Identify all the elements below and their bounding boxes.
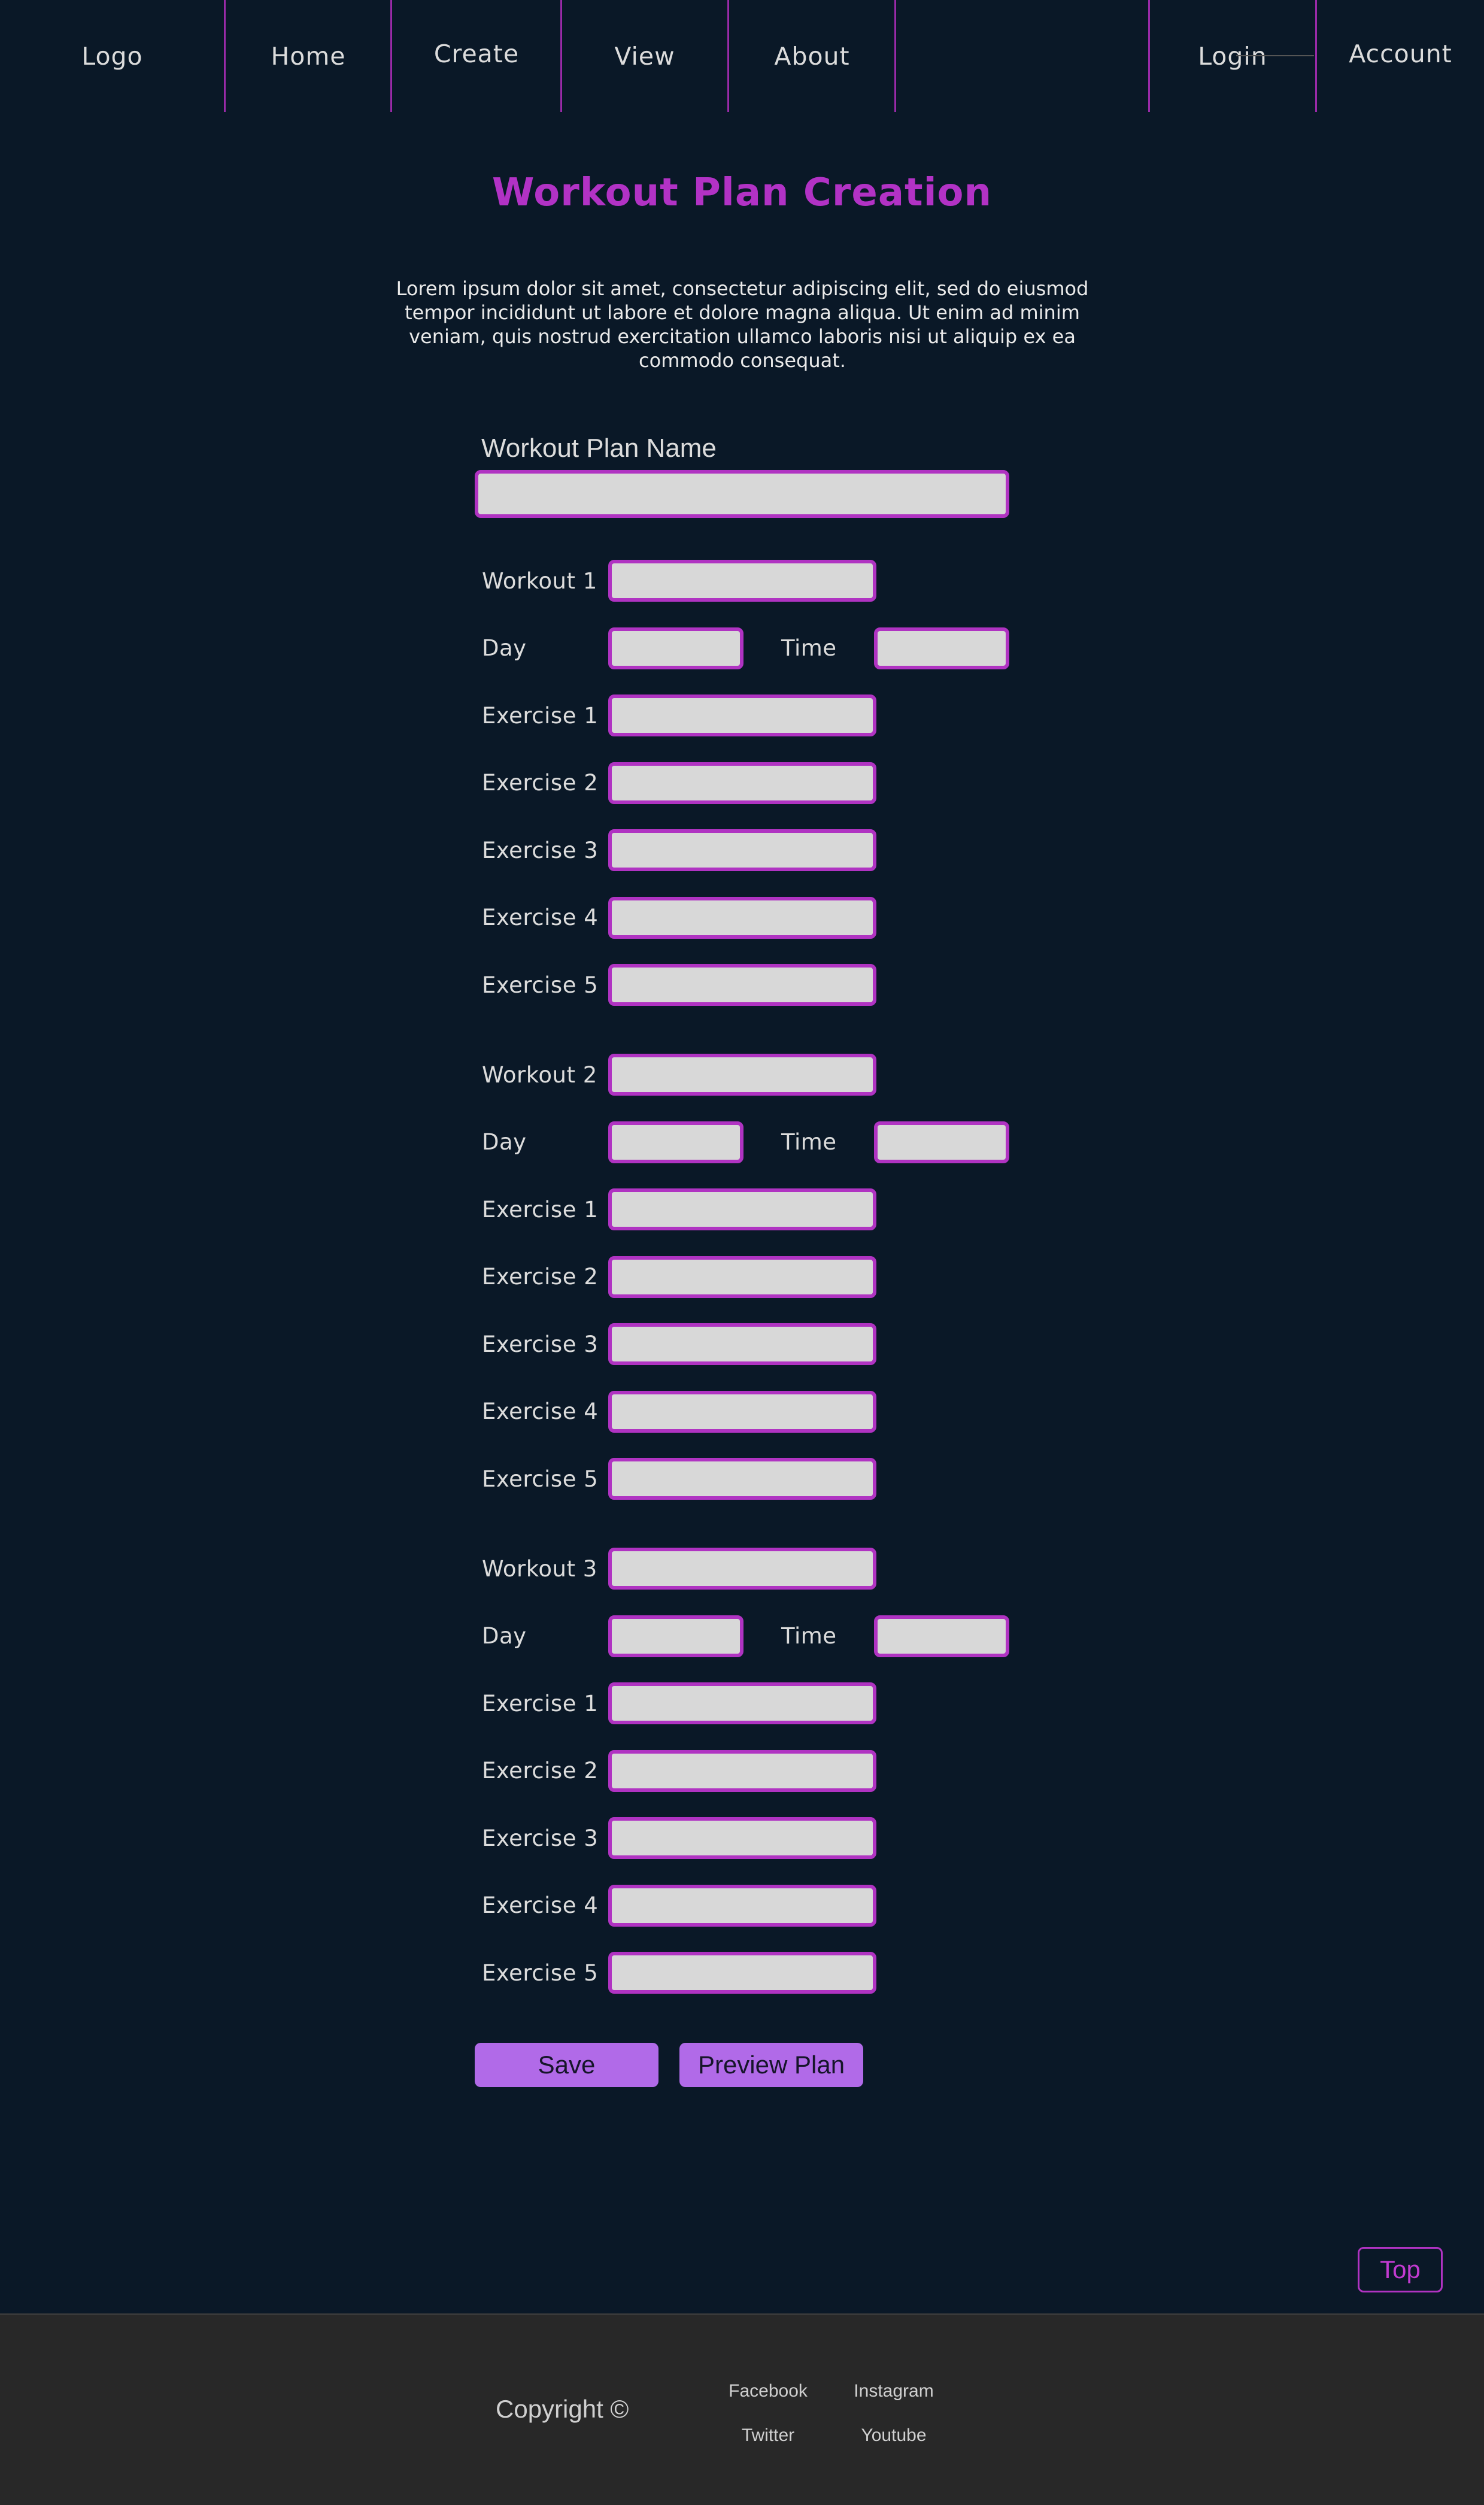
- intro-text: Lorem ipsum dolor sit amet, consectetur …: [396, 277, 1089, 372]
- save-button[interactable]: Save: [475, 2043, 658, 2087]
- exercise-input[interactable]: [608, 1884, 876, 1927]
- footer: [0, 2313, 1484, 2505]
- time-label: Time: [781, 1623, 837, 1649]
- time-input[interactable]: [874, 1615, 1009, 1657]
- nav-view[interactable]: View: [562, 0, 727, 112]
- exercise-label: Exercise 3: [482, 837, 599, 863]
- twitter-link[interactable]: Twitter: [708, 2425, 828, 2446]
- exercise-label: Exercise 4: [482, 1893, 599, 1918]
- workout-name-input[interactable]: [608, 1548, 876, 1590]
- time-label: Time: [781, 1129, 837, 1155]
- exercise-input[interactable]: [608, 829, 876, 871]
- time-input[interactable]: [874, 1121, 1009, 1163]
- exercise-label: Exercise 1: [482, 1690, 599, 1716]
- day-input[interactable]: [608, 1121, 743, 1163]
- nav-create[interactable]: Create: [392, 0, 561, 108]
- exercise-label: Exercise 2: [482, 770, 599, 796]
- day-input[interactable]: [608, 627, 743, 669]
- exercise-label: Exercise 4: [482, 1399, 599, 1424]
- workout-label: Workout 2: [482, 1062, 597, 1088]
- top-nav: Logo Home Create View About Login Accoun…: [0, 0, 1484, 112]
- instagram-link[interactable]: Instagram: [834, 2381, 954, 2401]
- workout-name-input[interactable]: [608, 1054, 876, 1096]
- exercise-label: Exercise 4: [482, 905, 599, 930]
- page-title: Workout Plan Creation: [491, 171, 993, 215]
- nav-home[interactable]: Home: [226, 0, 391, 112]
- workout-label: Workout 3: [482, 1555, 597, 1582]
- nav-logo[interactable]: Logo: [0, 0, 224, 112]
- preview-plan-button[interactable]: Preview Plan: [679, 2043, 863, 2087]
- exercise-label: Exercise 3: [482, 1331, 599, 1357]
- plan-name-input[interactable]: [475, 470, 1009, 518]
- exercise-input[interactable]: [608, 1255, 876, 1298]
- exercise-input[interactable]: [608, 1390, 876, 1433]
- exercise-input[interactable]: [608, 964, 876, 1006]
- exercise-input[interactable]: [608, 1682, 876, 1724]
- workout-label: Workout 1: [482, 568, 597, 594]
- exercise-input[interactable]: [608, 896, 876, 939]
- back-to-top-button[interactable]: Top: [1358, 2247, 1443, 2292]
- exercise-label: Exercise 5: [482, 1960, 599, 1986]
- day-label: Day: [482, 1129, 527, 1155]
- exercise-input[interactable]: [608, 1188, 876, 1230]
- exercise-input[interactable]: [608, 1952, 876, 1994]
- cursor-line: [1236, 55, 1314, 56]
- exercise-input[interactable]: [608, 1323, 876, 1365]
- time-input[interactable]: [874, 627, 1009, 669]
- day-input[interactable]: [608, 1615, 743, 1657]
- facebook-link[interactable]: Facebook: [708, 2381, 828, 2401]
- day-label: Day: [482, 635, 527, 661]
- exercise-input[interactable]: [608, 762, 876, 804]
- exercise-label: Exercise 5: [482, 1466, 599, 1492]
- day-label: Day: [482, 1623, 527, 1649]
- nav-divider: [894, 0, 896, 112]
- copyright-text: Copyright ©: [496, 2395, 629, 2423]
- plan-name-label: Workout Plan Name: [481, 433, 717, 463]
- youtube-link[interactable]: Youtube: [834, 2425, 954, 2446]
- nav-account[interactable]: Account: [1317, 0, 1484, 108]
- exercise-input[interactable]: [608, 1749, 876, 1792]
- exercise-label: Exercise 5: [482, 972, 599, 998]
- workout-name-input[interactable]: [608, 560, 876, 602]
- exercise-label: Exercise 3: [482, 1825, 599, 1851]
- exercise-input[interactable]: [608, 1817, 876, 1859]
- exercise-label: Exercise 1: [482, 702, 599, 729]
- exercise-label: Exercise 2: [482, 1758, 599, 1784]
- time-label: Time: [781, 635, 837, 661]
- exercise-label: Exercise 1: [482, 1196, 599, 1223]
- exercise-label: Exercise 2: [482, 1264, 599, 1290]
- exercise-input[interactable]: [608, 1458, 876, 1500]
- exercise-input[interactable]: [608, 695, 876, 736]
- nav-about[interactable]: About: [729, 0, 895, 112]
